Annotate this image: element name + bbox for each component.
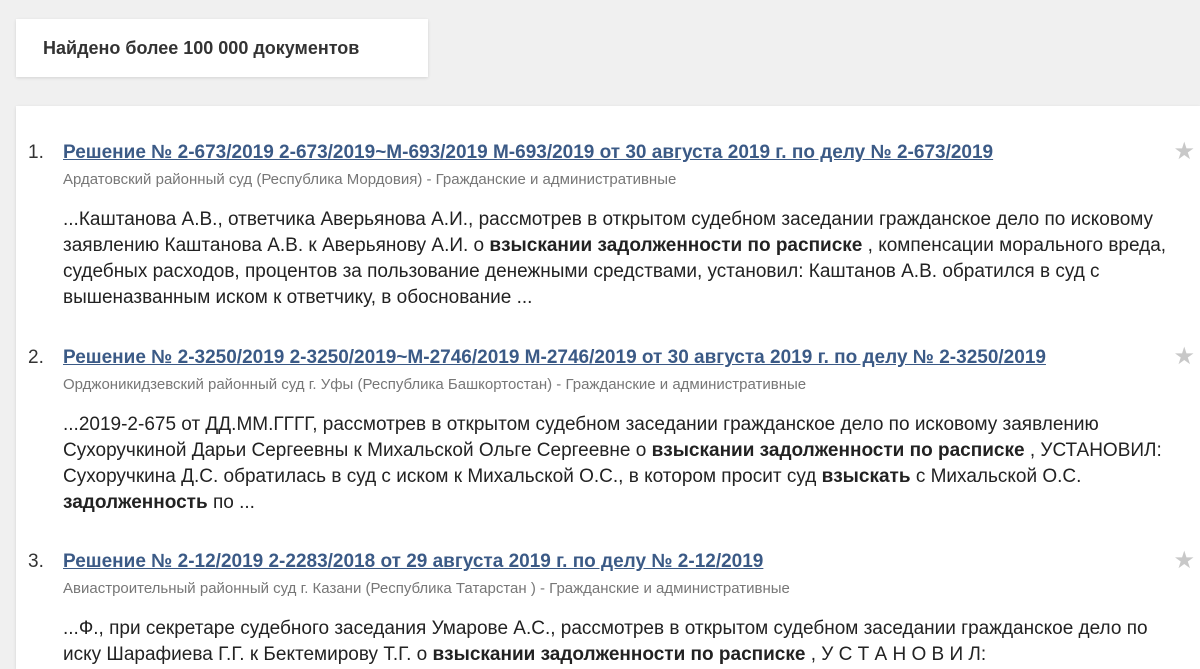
result-snippet: ...2019-2-675 от ДД.ММ.ГГГГ, рассмотрев … [63, 412, 1187, 516]
snippet-text: с Михальской О.С. [910, 466, 1082, 487]
meta-separator: - [552, 376, 566, 393]
result-number: 1. [28, 142, 44, 163]
star-icon[interactable]: ★ [1173, 546, 1195, 575]
snippet-highlight: задолженность [63, 492, 208, 513]
snippet-highlight: взыскать [821, 466, 911, 487]
result-category: Гражданские и административные [565, 376, 807, 393]
result-court: Ардатовский районный суд (Республика Мор… [63, 171, 423, 188]
meta-separator: - [535, 580, 550, 597]
result-title-link[interactable]: Решение № 2-3250/2019 2-3250/2019~М-2746… [63, 347, 1046, 369]
result-snippet: ...Ф., при секретаре судебного заседания… [63, 616, 1187, 668]
star-icon[interactable]: ★ [1173, 137, 1195, 166]
result-title-link[interactable]: Решение № 2-12/2019 2-2283/2018 от 29 ав… [63, 551, 763, 573]
result-category: Гражданские и административные [549, 580, 790, 597]
result-category: Гражданские и административные [435, 171, 677, 188]
result-number: 2. [28, 347, 44, 368]
snippet-text: , У С Т А Н О В И Л: [805, 644, 987, 665]
result-court: Авиастроительный районный суд г. Казани … [63, 580, 536, 597]
result-meta: Авиастроительный районный суд г. Казани … [63, 580, 790, 597]
star-icon[interactable]: ★ [1173, 342, 1195, 371]
results-count-panel: Найдено более 100 000 документов [16, 19, 428, 77]
result-meta: Ардатовский районный суд (Республика Мор… [63, 171, 676, 188]
meta-separator: - [422, 171, 436, 188]
results-list: 1. Решение № 2-673/2019 2-673/2019~М-693… [16, 106, 1200, 669]
result-title-link[interactable]: Решение № 2-673/2019 2-673/2019~М-693/20… [63, 142, 993, 164]
snippet-highlight: взыскании задолженности по расписке [432, 644, 806, 665]
snippet-highlight: взыскании задолженности по расписке [489, 235, 863, 256]
result-court: Орджоникидзевский районный суд г. Уфы (Р… [63, 376, 553, 393]
results-count-text: Найдено более 100 000 документов [43, 37, 360, 58]
snippet-text: по ... [207, 492, 255, 513]
result-snippet: ...Каштанова А.В., ответчика Аверьянова … [63, 207, 1187, 311]
result-meta: Орджоникидзевский районный суд г. Уфы (Р… [63, 376, 806, 393]
result-number: 3. [28, 551, 44, 572]
snippet-highlight: взыскании задолженности по расписке [651, 440, 1025, 461]
